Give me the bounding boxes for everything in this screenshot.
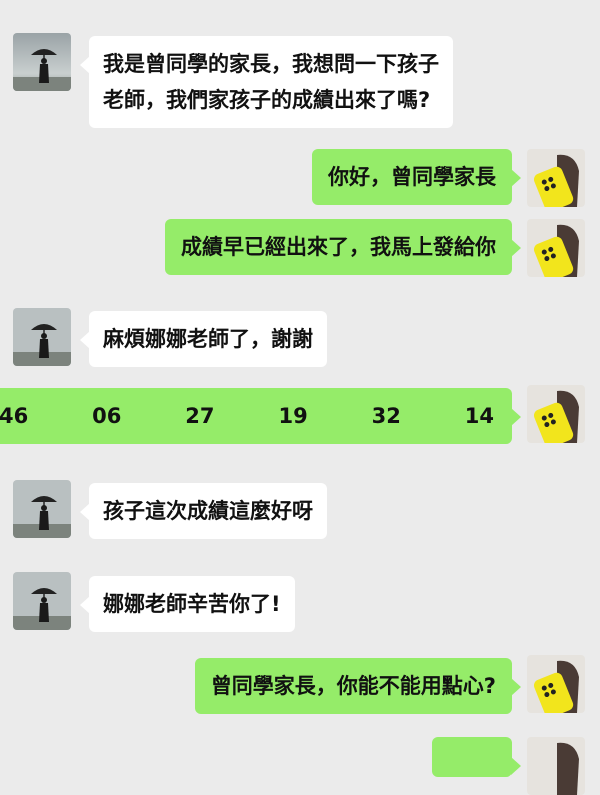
message-text: 孩子這次成績這麼好呀 (103, 499, 313, 523)
teacher-avatar[interactable] (527, 149, 585, 207)
message-text: 曾同學家長，你能不能用點心? (210, 674, 496, 698)
incoming-message-bubble[interactable]: 孩子這次成績這麼好呀 (80, 483, 327, 539)
teacher-avatar[interactable] (527, 655, 585, 713)
yellow-phone-icon (527, 219, 585, 277)
yellow-phone-icon (527, 737, 585, 795)
message-text: 我是曾同學的家長，我想問一下孩子 (103, 52, 439, 76)
incoming-message-bubble[interactable]: 我是曾同學的家長，我想問一下孩子 老師，我們家孩子的成績出來了嗎? (80, 36, 453, 128)
teacher-avatar[interactable] (527, 385, 585, 443)
yellow-phone-icon (527, 149, 585, 207)
outgoing-message-bubble[interactable]: 曾同學家長，你能不能用點心? (194, 658, 522, 714)
incoming-message-bubble[interactable]: 娜娜老師辛苦你了! (80, 576, 295, 632)
outgoing-message-bubble[interactable] (432, 737, 521, 777)
parent-avatar[interactable] (13, 33, 71, 91)
outgoing-message-bubble[interactable]: 46 06 27 19 32 14 (0, 388, 522, 444)
parent-avatar[interactable] (13, 572, 71, 630)
person-with-umbrella-icon (13, 33, 71, 91)
person-with-umbrella-icon (13, 308, 71, 366)
message-text: 老師，我們家孩子的成績出來了嗎? (103, 88, 431, 112)
parent-avatar[interactable] (13, 308, 71, 366)
outgoing-message-bubble[interactable]: 成績早已經出來了，我馬上發給你 (165, 219, 521, 275)
message-text: 46 06 27 19 32 14 (0, 404, 494, 428)
yellow-phone-icon (527, 385, 585, 443)
yellow-phone-icon (527, 655, 585, 713)
message-text: 娜娜老師辛苦你了! (103, 592, 281, 616)
message-text: 你好，曾同學家長 (328, 165, 496, 189)
message-text: 麻煩娜娜老師了，謝謝 (103, 327, 313, 351)
incoming-message-bubble[interactable]: 麻煩娜娜老師了，謝謝 (80, 311, 327, 367)
teacher-avatar[interactable] (527, 737, 585, 795)
person-with-umbrella-icon (13, 480, 71, 538)
parent-avatar[interactable] (13, 480, 71, 538)
message-text: 成績早已經出來了，我馬上發給你 (181, 235, 496, 259)
teacher-avatar[interactable] (527, 219, 585, 277)
person-with-umbrella-icon (13, 572, 71, 630)
outgoing-message-bubble[interactable]: 你好，曾同學家長 (312, 149, 521, 205)
